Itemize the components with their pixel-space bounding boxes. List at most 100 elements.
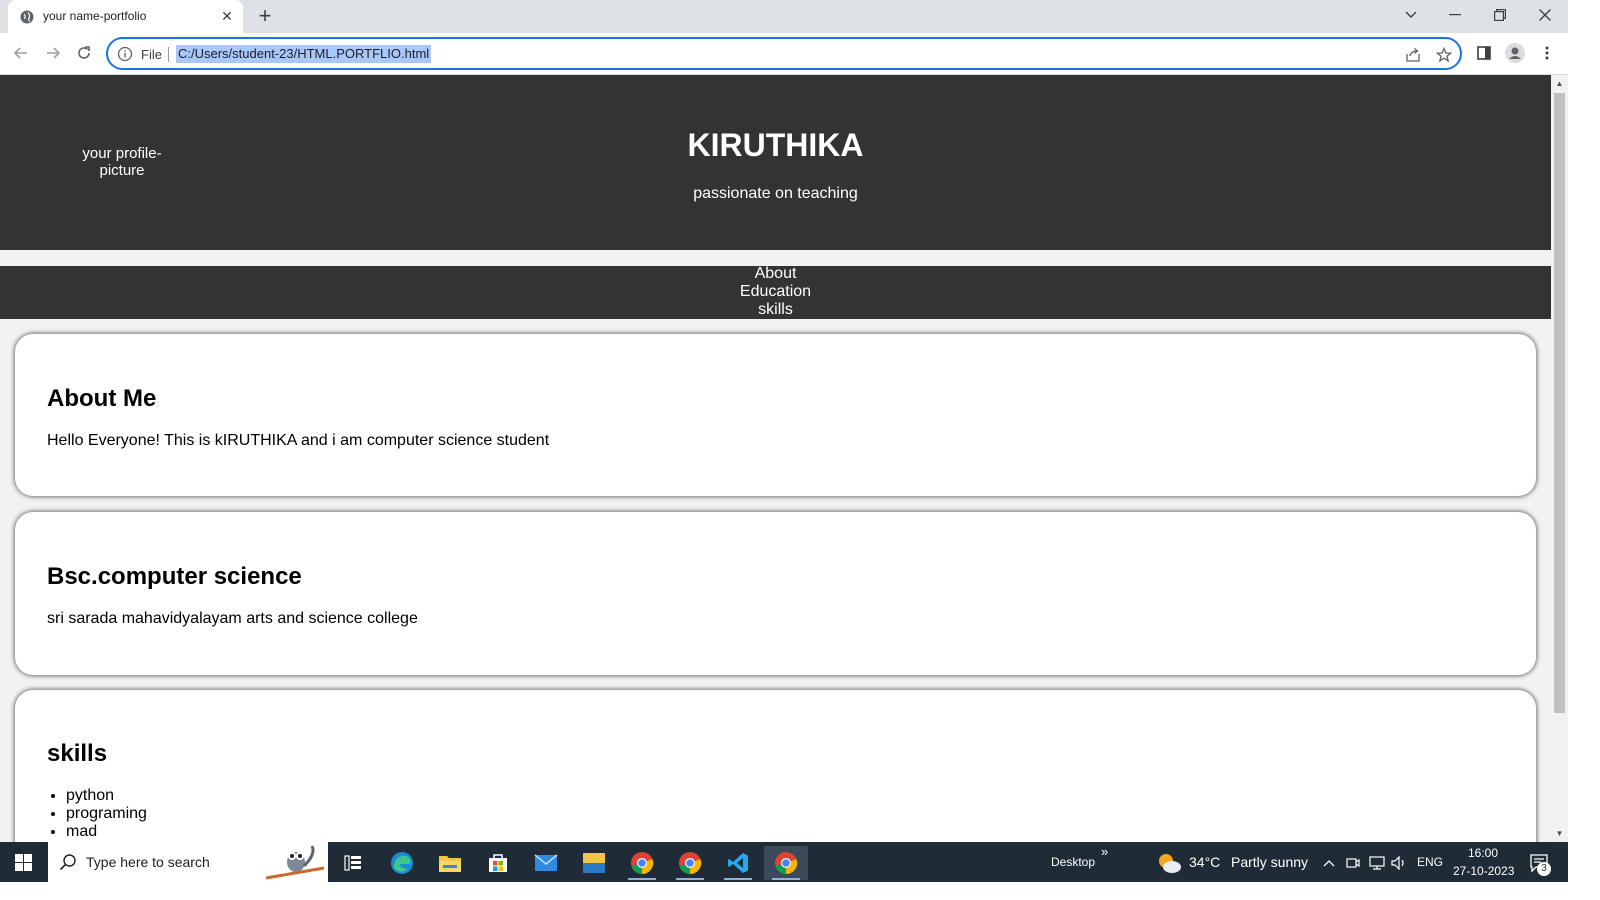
close-icon — [1539, 9, 1551, 21]
nav-link-education[interactable]: Education — [0, 283, 1551, 301]
chrome-button-1[interactable] — [620, 846, 664, 880]
browser-tab[interactable]: your name-portfolio ✕ — [8, 0, 243, 33]
back-button[interactable] — [9, 41, 33, 65]
menu-button[interactable] — [1535, 41, 1559, 65]
volume-icon[interactable] — [1388, 846, 1410, 880]
photos-icon — [583, 853, 605, 873]
browser-tab-strip: your name-portfolio ✕ + — [0, 0, 1568, 33]
tab-title: your name-portfolio — [43, 9, 147, 23]
folder-icon — [439, 856, 461, 872]
chrome-icon — [679, 852, 702, 875]
taskbar-search[interactable]: Type here to search — [48, 842, 328, 882]
active-indicator — [628, 878, 656, 880]
list-item: mad — [66, 823, 147, 841]
task-view-icon — [344, 855, 361, 871]
tagline: passionate on teaching — [693, 185, 858, 202]
windows-logo-icon — [15, 853, 32, 871]
info-icon[interactable] — [117, 46, 133, 62]
side-panel-icon — [1477, 46, 1491, 60]
scroll-down-icon[interactable]: ▼ — [1555, 829, 1564, 838]
list-item: python — [66, 787, 147, 805]
page-title: KIRUTHIKA — [687, 127, 864, 163]
restore-icon — [1494, 9, 1506, 21]
browser-toolbar: File C:/Users/student-23/HTML.PORTFLIO.h… — [0, 33, 1568, 75]
start-button[interactable] — [0, 842, 47, 882]
minimize-button[interactable] — [1432, 0, 1478, 30]
meet-now-icon[interactable] — [1342, 846, 1364, 880]
close-window-button[interactable] — [1522, 0, 1568, 30]
skills-heading: skills — [47, 740, 108, 767]
vscode-icon — [728, 853, 748, 873]
page-header: your profile-picture KIRUTHIKA passionat… — [0, 75, 1551, 250]
reload-icon — [78, 46, 90, 59]
network-icon[interactable] — [1365, 846, 1389, 880]
nav-link-about[interactable]: About — [0, 265, 1551, 283]
about-section: About Me Hello Everyone! This is kIRUTHI… — [15, 334, 1536, 496]
photos-button[interactable] — [572, 846, 616, 880]
edge-button[interactable] — [380, 846, 424, 880]
arrow-right-icon — [47, 47, 61, 59]
weather-temperature[interactable]: 34°C — [1189, 854, 1220, 870]
page-viewport: your profile-picture KIRUTHIKA passionat… — [0, 75, 1551, 842]
taskbar: Type here to search Desktop » 34°C Partl… — [0, 842, 1568, 882]
store-icon — [489, 854, 507, 872]
scrollbar-thumb[interactable] — [1554, 93, 1565, 713]
clock-time[interactable]: 16:00 — [1468, 846, 1498, 860]
restore-button[interactable] — [1477, 0, 1523, 30]
profile-button[interactable] — [1503, 41, 1527, 65]
chrome-icon — [775, 852, 798, 875]
divider — [168, 47, 169, 62]
about-text: Hello Everyone! This is kIRUTHIKA and i … — [47, 432, 550, 449]
skills-list: python programing mad — [47, 787, 147, 841]
toolbar-overflow-icon[interactable]: » — [1101, 844, 1108, 859]
new-tab-button[interactable]: + — [255, 5, 275, 27]
vscode-button[interactable] — [716, 846, 760, 880]
active-indicator — [724, 878, 752, 880]
mail-icon — [534, 854, 558, 871]
page-nav: About Education skills — [0, 265, 1551, 319]
tab-search-button[interactable] — [1388, 0, 1434, 30]
chrome-button-3[interactable] — [764, 846, 808, 880]
reload-button[interactable] — [72, 41, 96, 65]
forward-button[interactable] — [41, 41, 65, 65]
globe-icon — [20, 10, 34, 24]
edge-icon — [391, 852, 413, 874]
about-heading: About Me — [47, 385, 157, 412]
chevron-down-icon — [1405, 11, 1417, 18]
search-placeholder: Type here to search — [86, 854, 210, 870]
bookmark-star-icon[interactable] — [1435, 46, 1453, 64]
education-text: sri sarada mahavidyalayam arts and scien… — [47, 610, 418, 627]
desktop-toolbar-label[interactable]: Desktop — [1051, 855, 1095, 869]
scroll-up-icon[interactable]: ▲ — [1555, 79, 1564, 88]
close-tab-icon[interactable]: ✕ — [220, 9, 234, 23]
file-explorer-button[interactable] — [428, 846, 472, 880]
task-view-button[interactable] — [331, 846, 375, 880]
arrow-left-icon — [13, 47, 27, 59]
weather-description[interactable]: Partly sunny — [1231, 854, 1308, 870]
vertical-scrollbar[interactable]: ▲ ▼ — [1551, 75, 1568, 842]
language-indicator[interactable]: ENG — [1417, 855, 1443, 869]
url-text[interactable]: C:/Users/student-23/HTML.PORTFLIO.html — [176, 45, 432, 63]
education-section: Bsc.computer science sri sarada mahavidy… — [15, 512, 1536, 675]
site-info-label: File — [141, 47, 162, 62]
microsoft-store-button[interactable] — [476, 846, 520, 880]
nav-link-skills[interactable]: skills — [0, 301, 1551, 319]
search-highlight-illustration — [265, 844, 326, 880]
active-indicator — [676, 878, 704, 880]
clock-date[interactable]: 27-10-2023 — [1453, 864, 1514, 878]
active-indicator — [772, 878, 800, 880]
more-vert-icon — [1545, 46, 1549, 60]
avatar-icon — [1505, 43, 1525, 63]
chevron-up-icon[interactable] — [1318, 846, 1340, 880]
weather-icon[interactable] — [1152, 846, 1186, 880]
education-heading: Bsc.computer science — [47, 563, 302, 590]
mail-button[interactable] — [524, 846, 568, 880]
chrome-icon — [631, 852, 654, 875]
address-bar[interactable]: File C:/Users/student-23/HTML.PORTFLIO.h… — [106, 37, 1462, 70]
share-icon[interactable] — [1404, 46, 1422, 64]
minimize-icon — [1449, 14, 1461, 16]
search-icon — [59, 853, 77, 871]
chrome-button-2[interactable] — [668, 846, 712, 880]
list-item: programing — [66, 805, 147, 823]
side-panel-button[interactable] — [1472, 41, 1496, 65]
